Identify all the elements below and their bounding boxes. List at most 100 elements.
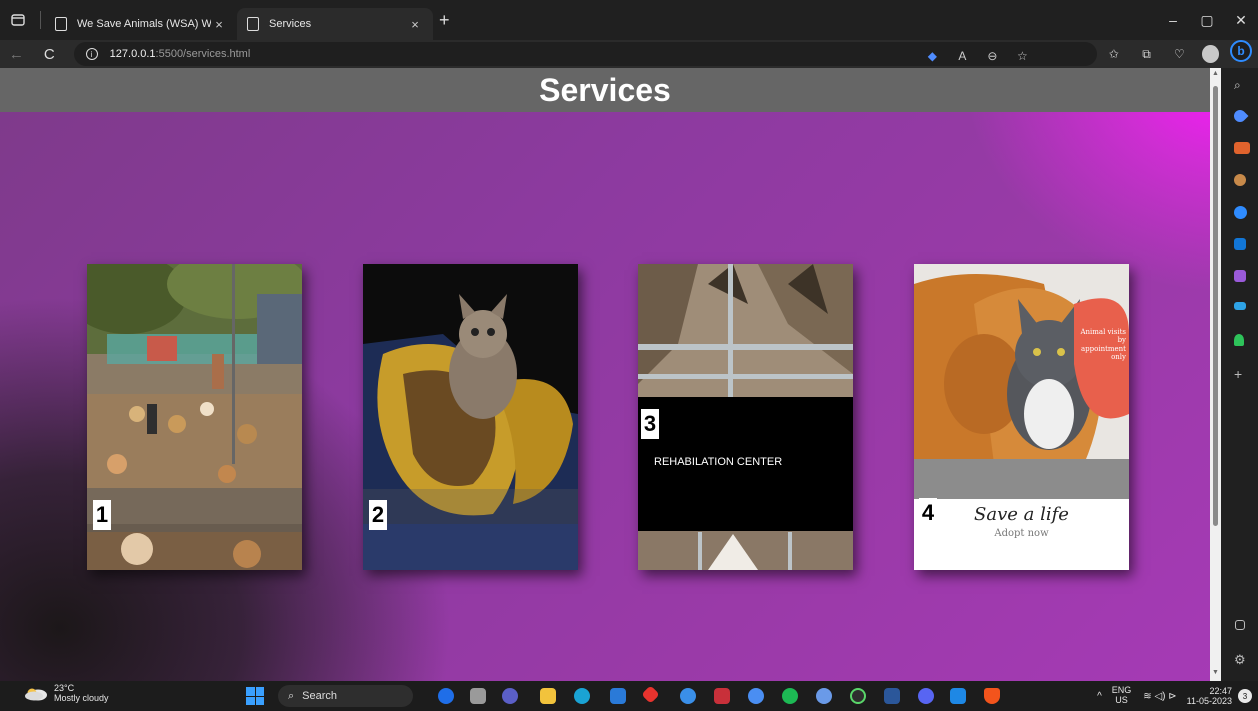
edge-sidebar: ⌕ + ⚙: [1226, 68, 1258, 681]
service-card-3[interactable]: 3 REHABILATION CENTER: [638, 264, 853, 570]
notification-badge[interactable]: 3: [1238, 689, 1252, 703]
card-number-band: [87, 488, 302, 532]
page-header: Services: [0, 68, 1210, 112]
profile-avatar[interactable]: [1201, 45, 1220, 63]
windows-start-button[interactable]: [246, 687, 264, 705]
page-icon: [247, 17, 259, 31]
taskbar-chrome-icon[interactable]: [680, 688, 696, 704]
sidebar-tools-icon[interactable]: [1234, 142, 1250, 154]
cloud-icon: [25, 688, 47, 701]
card-number: 2: [369, 500, 387, 530]
tray-chevron-icon[interactable]: ^: [1097, 691, 1102, 702]
screen: We Save Animals (WSA) Welfare × Services…: [0, 0, 1258, 711]
zoom-icon[interactable]: ⊖: [977, 49, 1007, 63]
taskbar-app-red-icon[interactable]: [641, 685, 660, 704]
system-tray: ^ ENG US ≋ ◁) ⊳ 22:47 11-05-2023 3: [1097, 681, 1258, 711]
card-image-subtitle: Adopt now: [994, 528, 1049, 539]
sidebar-copilot-icon[interactable]: [1234, 206, 1247, 219]
taskbar-search[interactable]: ⌕ Search: [278, 685, 413, 707]
language-indicator[interactable]: ENG US: [1112, 685, 1132, 706]
taskbar-word-icon[interactable]: [884, 688, 900, 704]
sidebar-search-icon[interactable]: ⌕: [1234, 78, 1250, 94]
tray-wifi-volume-battery-icons[interactable]: ≋ ◁) ⊳: [1143, 691, 1176, 702]
tab-title: We Save Animals (WSA) Welfare: [77, 18, 211, 30]
sidebar-add-icon[interactable]: +: [1234, 366, 1250, 382]
minimize-button[interactable]: –: [1156, 0, 1190, 40]
page-title: Services: [539, 71, 671, 108]
taskbar-edge-icon[interactable]: [574, 688, 590, 704]
taskbar-chrome-2-icon[interactable]: [748, 688, 764, 704]
taskbar-clock[interactable]: 22:47 11-05-2023: [1187, 686, 1232, 707]
taskbar-mcafee-icon[interactable]: [714, 688, 730, 704]
back-button[interactable]: ←: [0, 40, 33, 68]
taskbar-discord-icon[interactable]: [918, 688, 934, 704]
reload-button[interactable]: C: [33, 40, 66, 68]
region-code: US: [1115, 695, 1128, 705]
sidebar-outlook-icon[interactable]: [1234, 238, 1246, 250]
taskbar-brave-icon[interactable]: [984, 688, 1000, 704]
sidebar-designer-icon[interactable]: [1234, 270, 1246, 282]
url-field[interactable]: i 127.0.0.1:5500/services.html ◆ A ⊖ ☆: [73, 42, 1098, 66]
bing-copilot-button[interactable]: b: [1230, 40, 1252, 62]
sidebar-shopping-icon[interactable]: [1231, 107, 1249, 125]
clock-date: 11-05-2023: [1186, 696, 1232, 706]
card-label: REHABILATION CENTER: [654, 456, 783, 468]
taskbar-app-green-icon[interactable]: [850, 688, 866, 704]
taskbar-app-blue-icon[interactable]: [816, 688, 832, 704]
favorites-icon[interactable]: ✩: [1097, 40, 1130, 68]
tab-close-icon[interactable]: ×: [211, 17, 227, 32]
taskbar-search-label: Search: [302, 690, 338, 702]
service-card-2[interactable]: 2: [363, 264, 578, 570]
page-viewport: Services 1 2 3 REHABILATION CENTER Anima…: [0, 68, 1210, 681]
card-number: 1: [93, 500, 111, 530]
page-scrollbar[interactable]: ▲ ▼: [1210, 68, 1221, 681]
window-close-button[interactable]: ✕: [1224, 0, 1258, 40]
sidebar-settings-icon[interactable]: ⚙: [1234, 652, 1250, 668]
site-info-icon[interactable]: i: [85, 48, 98, 60]
clock-time: 22:47: [1209, 685, 1232, 696]
collections-icon[interactable]: ⧉: [1130, 40, 1163, 68]
favorite-icon[interactable]: ☆: [1007, 49, 1037, 63]
scroll-up-arrow[interactable]: ▲: [1211, 70, 1220, 80]
sidebar-telegram-icon[interactable]: [1234, 302, 1246, 310]
kitten-gloves-photo: [363, 264, 578, 570]
taskbar-store-icon[interactable]: [610, 688, 626, 704]
service-card-4[interactable]: Animal visits by appointment only Save a…: [914, 264, 1129, 570]
tab-wsa-welfare[interactable]: We Save Animals (WSA) Welfare ×: [45, 8, 237, 40]
health-icon[interactable]: ♡: [1163, 40, 1196, 68]
read-aloud-icon[interactable]: A: [947, 49, 977, 63]
taskbar-task-view-icon[interactable]: [470, 688, 486, 704]
scroll-thumb[interactable]: [1213, 86, 1218, 526]
taskbar-bing-icon[interactable]: [438, 688, 454, 704]
service-card-1[interactable]: 1: [87, 264, 302, 570]
tab-separator: [40, 11, 41, 29]
restore-button[interactable]: ▢: [1190, 0, 1224, 40]
taskbar-file-explorer-icon[interactable]: [540, 688, 556, 704]
card-number: 3: [641, 409, 659, 439]
url-path: :5500/services.html: [155, 48, 251, 60]
address-bar-row: ← C i 127.0.0.1:5500/services.html ◆ A ⊖…: [0, 40, 1258, 68]
new-tab-button[interactable]: +: [439, 10, 450, 31]
tag-icon[interactable]: ◆: [917, 49, 947, 63]
weather-widget[interactable]: 23°C Mostly cloudy: [24, 683, 109, 704]
card-image-badge: Animal visits by appointment only: [1080, 328, 1126, 362]
scroll-down-arrow[interactable]: ▼: [1211, 669, 1220, 679]
tab-title: Services: [269, 18, 312, 30]
tab-services[interactable]: Services ×: [237, 8, 433, 40]
taskbar-teams-icon[interactable]: [502, 688, 518, 704]
page-icon: [55, 17, 67, 31]
taskbar-vscode-icon[interactable]: [950, 688, 966, 704]
address-bar-icons: ◆ A ⊖ ☆: [917, 42, 1037, 70]
tab-close-icon[interactable]: ×: [407, 17, 423, 32]
taskbar-spotify-icon[interactable]: [782, 688, 798, 704]
sidebar-layout-icon[interactable]: [1235, 620, 1245, 630]
sidebar-tree-icon[interactable]: [1234, 334, 1244, 346]
tab-actions-button[interactable]: [0, 0, 36, 40]
url-host: 127.0.0.1: [109, 48, 156, 60]
tab-actions-icon: [11, 14, 25, 26]
card-number: 4: [919, 498, 937, 528]
search-icon: ⌕: [288, 689, 295, 702]
card-image-title: Save a life: [974, 504, 1069, 525]
browser-tab-bar: We Save Animals (WSA) Welfare × Services…: [0, 0, 1258, 40]
sidebar-games-icon[interactable]: [1234, 174, 1246, 186]
